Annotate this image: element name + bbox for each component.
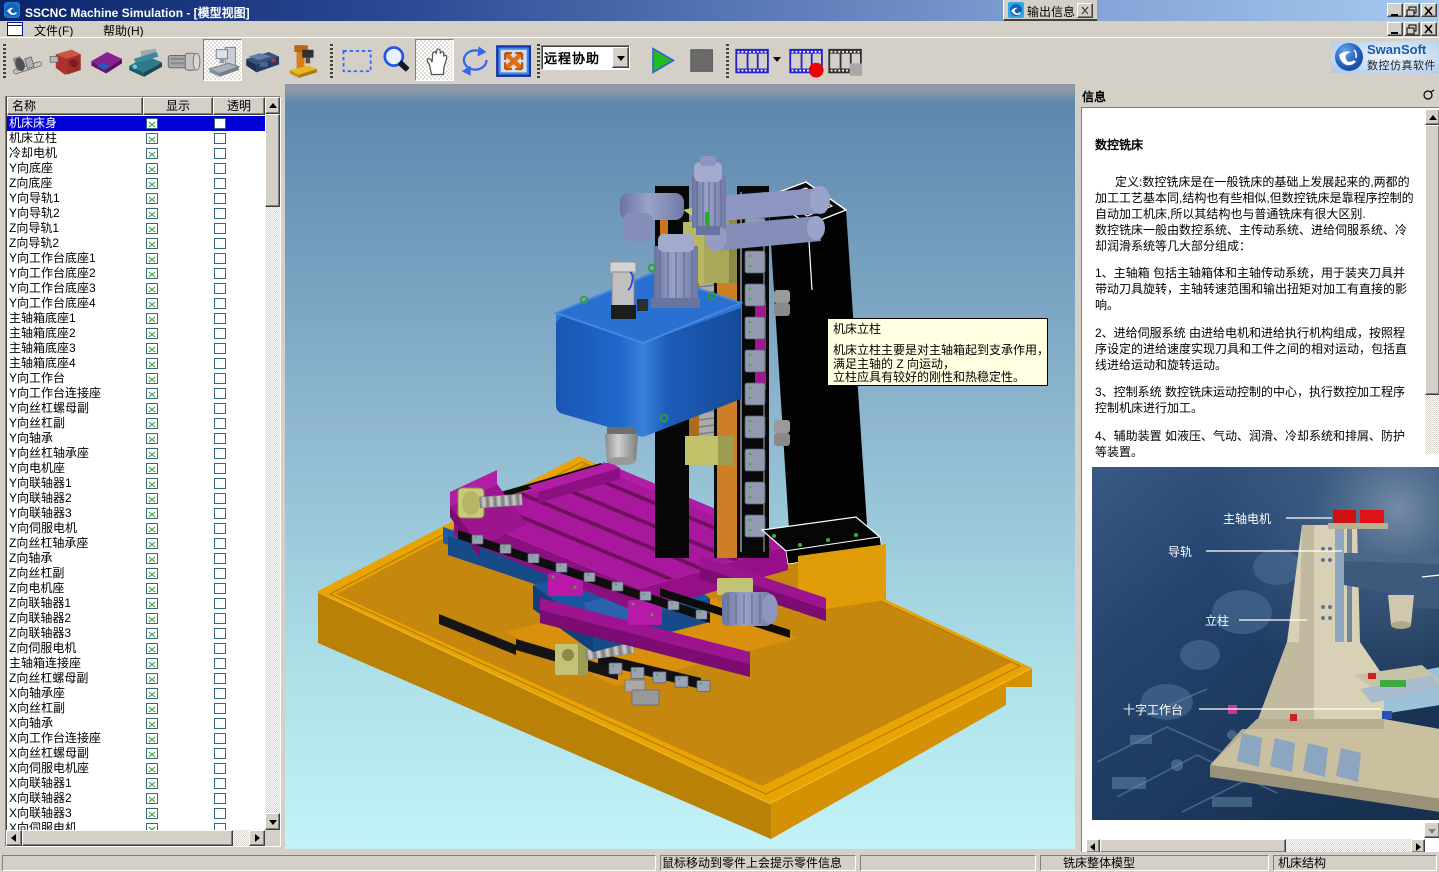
- svg-text:机床立柱主要是对主轴箱起到支承作用，: 机床立柱主要是对主轴箱起到支承作用，: [833, 342, 1049, 357]
- svg-text:机床立柱: 机床立柱: [833, 321, 881, 336]
- svg-text:立柱应具有较好的刚性和热稳定性。: 立柱应具有较好的刚性和热稳定性。: [833, 369, 1025, 384]
- svg-text:十字工作台: 十字工作台: [1123, 702, 1183, 717]
- svg-text:满足主轴的 Z 向运动，: 满足主轴的 Z 向运动，: [833, 356, 955, 371]
- svg-text:主轴电机: 主轴电机: [1223, 511, 1271, 526]
- svg-text:导轨: 导轨: [1168, 545, 1192, 559]
- svg-text:立柱: 立柱: [1205, 613, 1229, 628]
